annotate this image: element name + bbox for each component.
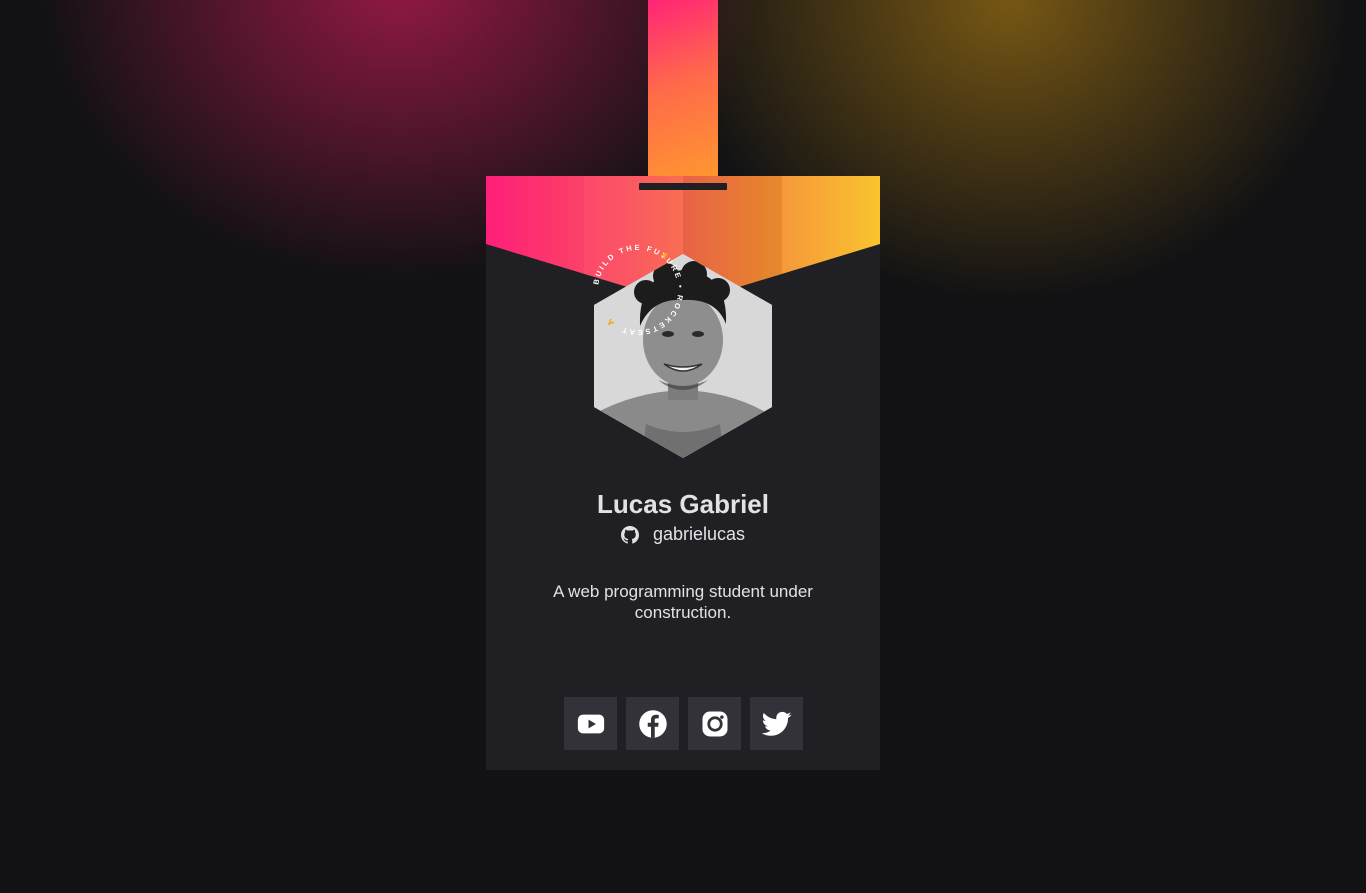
github-icon [620, 525, 639, 544]
svg-text:BUILD THE FUTURE • ROCKETSEAT: BUILD THE FUTURE • ROCKETSEAT [591, 243, 685, 337]
id-badge-card: BUILD THE FUTURE • ROCKETSEAT Lucas Gabr… [486, 176, 880, 770]
twitter-icon [761, 711, 791, 736]
github-link[interactable]: gabrielucas [486, 524, 880, 545]
facebook-icon [638, 709, 667, 738]
twitter-button[interactable] [750, 697, 803, 750]
youtube-button[interactable] [564, 697, 617, 750]
instagram-button[interactable] [688, 697, 741, 750]
github-username: gabrielucas [652, 524, 746, 544]
profile-bio: A web programming student under construc… [553, 582, 813, 622]
lanyard-strap [648, 0, 718, 186]
lanyard-clip [639, 183, 727, 190]
rocketseat-circular-text: BUILD THE FUTURE • ROCKETSEAT [591, 243, 685, 337]
social-links [564, 697, 803, 750]
profile-name: Lucas Gabriel [597, 489, 769, 519]
facebook-button[interactable] [626, 697, 679, 750]
youtube-icon [577, 714, 604, 733]
instagram-icon [702, 711, 727, 736]
